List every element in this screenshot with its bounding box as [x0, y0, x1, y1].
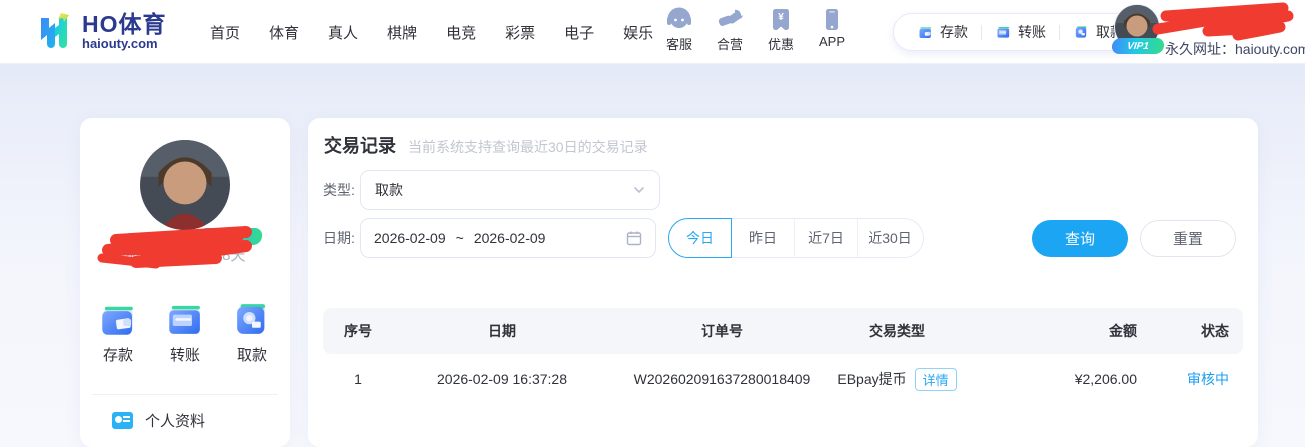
transfer-button[interactable]: 转账	[982, 22, 1059, 42]
date-from: 2026-02-09	[374, 230, 446, 246]
calendar-icon	[626, 231, 642, 246]
date-separator: ~	[455, 230, 464, 246]
detail-button[interactable]: 详情	[914, 367, 957, 391]
user-area: VIP1 永久网址：haiouty.com	[1110, 0, 1305, 64]
range-7days-button[interactable]: 近7日	[794, 218, 858, 258]
logo-domain: haiouty.com	[82, 35, 158, 51]
logo-icon	[41, 13, 69, 48]
table-row: 1 2026-02-09 16:37:28 W20260209163728001…	[323, 354, 1243, 404]
shortcut-label: 转账	[169, 347, 200, 364]
col-order-no: 订单号	[701, 323, 743, 339]
logo-text: HO体育 haiouty.com	[82, 12, 167, 51]
date-range-input[interactable]: 2026-02-09 ~ 2026-02-09	[360, 218, 656, 258]
cell-type: EBpay提币 详情	[833, 354, 961, 404]
type-select[interactable]: 取款	[360, 170, 660, 210]
main-card: 交易记录 当前系统支持查询最近30日的交易记录 类型: 取款 日期: 2026-…	[308, 118, 1258, 447]
cell-date: 2026-02-09 16:37:28	[437, 371, 567, 387]
status-badge: 审核中	[1187, 371, 1229, 387]
col-type: 交易类型	[869, 323, 925, 339]
quick-item-promo[interactable]: ¥ 优惠	[762, 7, 800, 53]
headset-icon	[667, 7, 691, 28]
cell-status: 审核中	[1147, 354, 1243, 404]
quick-item-partner[interactable]: 合营	[711, 7, 749, 53]
quick-item-app[interactable]: APP	[813, 7, 851, 53]
transfer-icon	[995, 24, 1012, 40]
page-title: 交易记录	[324, 136, 396, 156]
nav-item-slots[interactable]: 电子	[558, 18, 600, 47]
type-select-value: 取款	[375, 182, 403, 198]
logo-title: HO体育	[82, 10, 167, 37]
main-nav: 首页 体育 真人 棋牌 电竞 彩票 电子 娱乐	[204, 0, 659, 64]
reset-button[interactable]: 重置	[1140, 220, 1236, 257]
divider	[92, 394, 278, 395]
deposit-icon	[97, 298, 139, 340]
nav-item-live[interactable]: 真人	[322, 18, 364, 47]
quick-icon-bar: 客服 合营 ¥ 优惠 APP	[660, 7, 851, 53]
table-header-row: 序号 日期 订单号 交易类型 金额 状态	[323, 308, 1243, 354]
range-30days-button[interactable]: 近30日	[857, 218, 923, 258]
search-button[interactable]: 查询	[1032, 220, 1128, 257]
nav-item-home[interactable]: 首页	[204, 18, 246, 47]
sidebar-transfer-button[interactable]: 转账	[162, 298, 208, 365]
quick-item-label: 合营	[716, 37, 743, 52]
page-subtitle: 当前系统支持查询最近30日的交易记录	[408, 139, 648, 155]
quick-item-label: APP	[818, 34, 845, 49]
censor-scribble	[97, 226, 252, 269]
svg-text:¥: ¥	[778, 12, 784, 23]
deposit-button[interactable]: 存款	[904, 22, 981, 42]
withdraw-icon	[231, 298, 273, 340]
handshake-icon	[718, 9, 743, 26]
col-amount: 金额	[1109, 323, 1137, 339]
id-card-icon	[112, 412, 133, 429]
nav-item-esports[interactable]: 电竞	[440, 18, 482, 47]
range-yesterday-button[interactable]: 昨日	[731, 218, 795, 258]
range-today-button[interactable]: 今日	[668, 218, 732, 258]
quick-item-service[interactable]: 客服	[660, 7, 698, 53]
coupon-icon: ¥	[773, 9, 789, 30]
date-to: 2026-02-09	[473, 230, 546, 246]
page-head: 交易记录 当前系统支持查询最近30日的交易记录	[324, 132, 648, 158]
shortcut-label: 存款	[102, 347, 133, 364]
transactions-table: 序号 日期 订单号 交易类型 金额 状态 1 2026-02-09 16:37:…	[323, 308, 1243, 404]
col-status: 状态	[1201, 323, 1229, 339]
cell-index: 1	[354, 371, 362, 387]
col-index: 序号	[344, 323, 372, 339]
nav-item-chess[interactable]: 棋牌	[381, 18, 423, 47]
withdraw-icon	[1073, 24, 1090, 40]
logo[interactable]: HO体育 haiouty.com	[34, 11, 167, 51]
quick-item-label: 客服	[665, 37, 692, 52]
censor-scribble	[1152, 2, 1294, 41]
col-date: 日期	[488, 323, 516, 339]
date-filter-label: 日期:	[323, 230, 355, 246]
sidebar-withdraw-button[interactable]: 取款	[229, 298, 275, 365]
cell-order-no: W202602091637280018409	[633, 371, 811, 387]
type-filter-label: 类型:	[323, 182, 355, 198]
deposit-icon	[917, 24, 934, 40]
sidebar-deposit-button[interactable]: 存款	[95, 298, 141, 365]
profile-label: 个人资料	[145, 413, 206, 430]
cell-amount: ¥2,206.00	[1074, 371, 1137, 387]
nav-item-sports[interactable]: 体育	[263, 18, 305, 47]
transaction-type: EBpay提币	[837, 371, 907, 387]
sidebar-shortcuts: 存款 转账 取款	[80, 298, 290, 365]
phone-icon	[826, 9, 838, 30]
quick-item-label: 优惠	[767, 37, 794, 52]
chevron-down-icon	[634, 187, 644, 194]
deposit-label: 存款	[940, 24, 968, 40]
top-bar: HO体育 haiouty.com 首页 体育 真人 棋牌 电竞 彩票 电子 娱乐	[0, 0, 1305, 64]
nav-item-entertainment[interactable]: 娱乐	[617, 18, 659, 47]
profile-avatar[interactable]	[140, 140, 230, 230]
sidebar-item-profile[interactable]: 个人资料	[112, 410, 205, 431]
shortcut-label: 取款	[236, 347, 267, 364]
quick-range-group: 今日 昨日 近7日 近30日	[668, 218, 924, 258]
sidebar-card: VIP1 加入HO体育第8天 存款 转账 取款 个人资料	[80, 118, 290, 447]
transfer-icon	[164, 298, 206, 340]
nav-item-lottery[interactable]: 彩票	[499, 18, 541, 47]
page: HO体育 haiouty.com 首页 体育 真人 棋牌 电竞 彩票 电子 娱乐	[0, 0, 1305, 447]
transfer-label: 转账	[1018, 24, 1046, 40]
